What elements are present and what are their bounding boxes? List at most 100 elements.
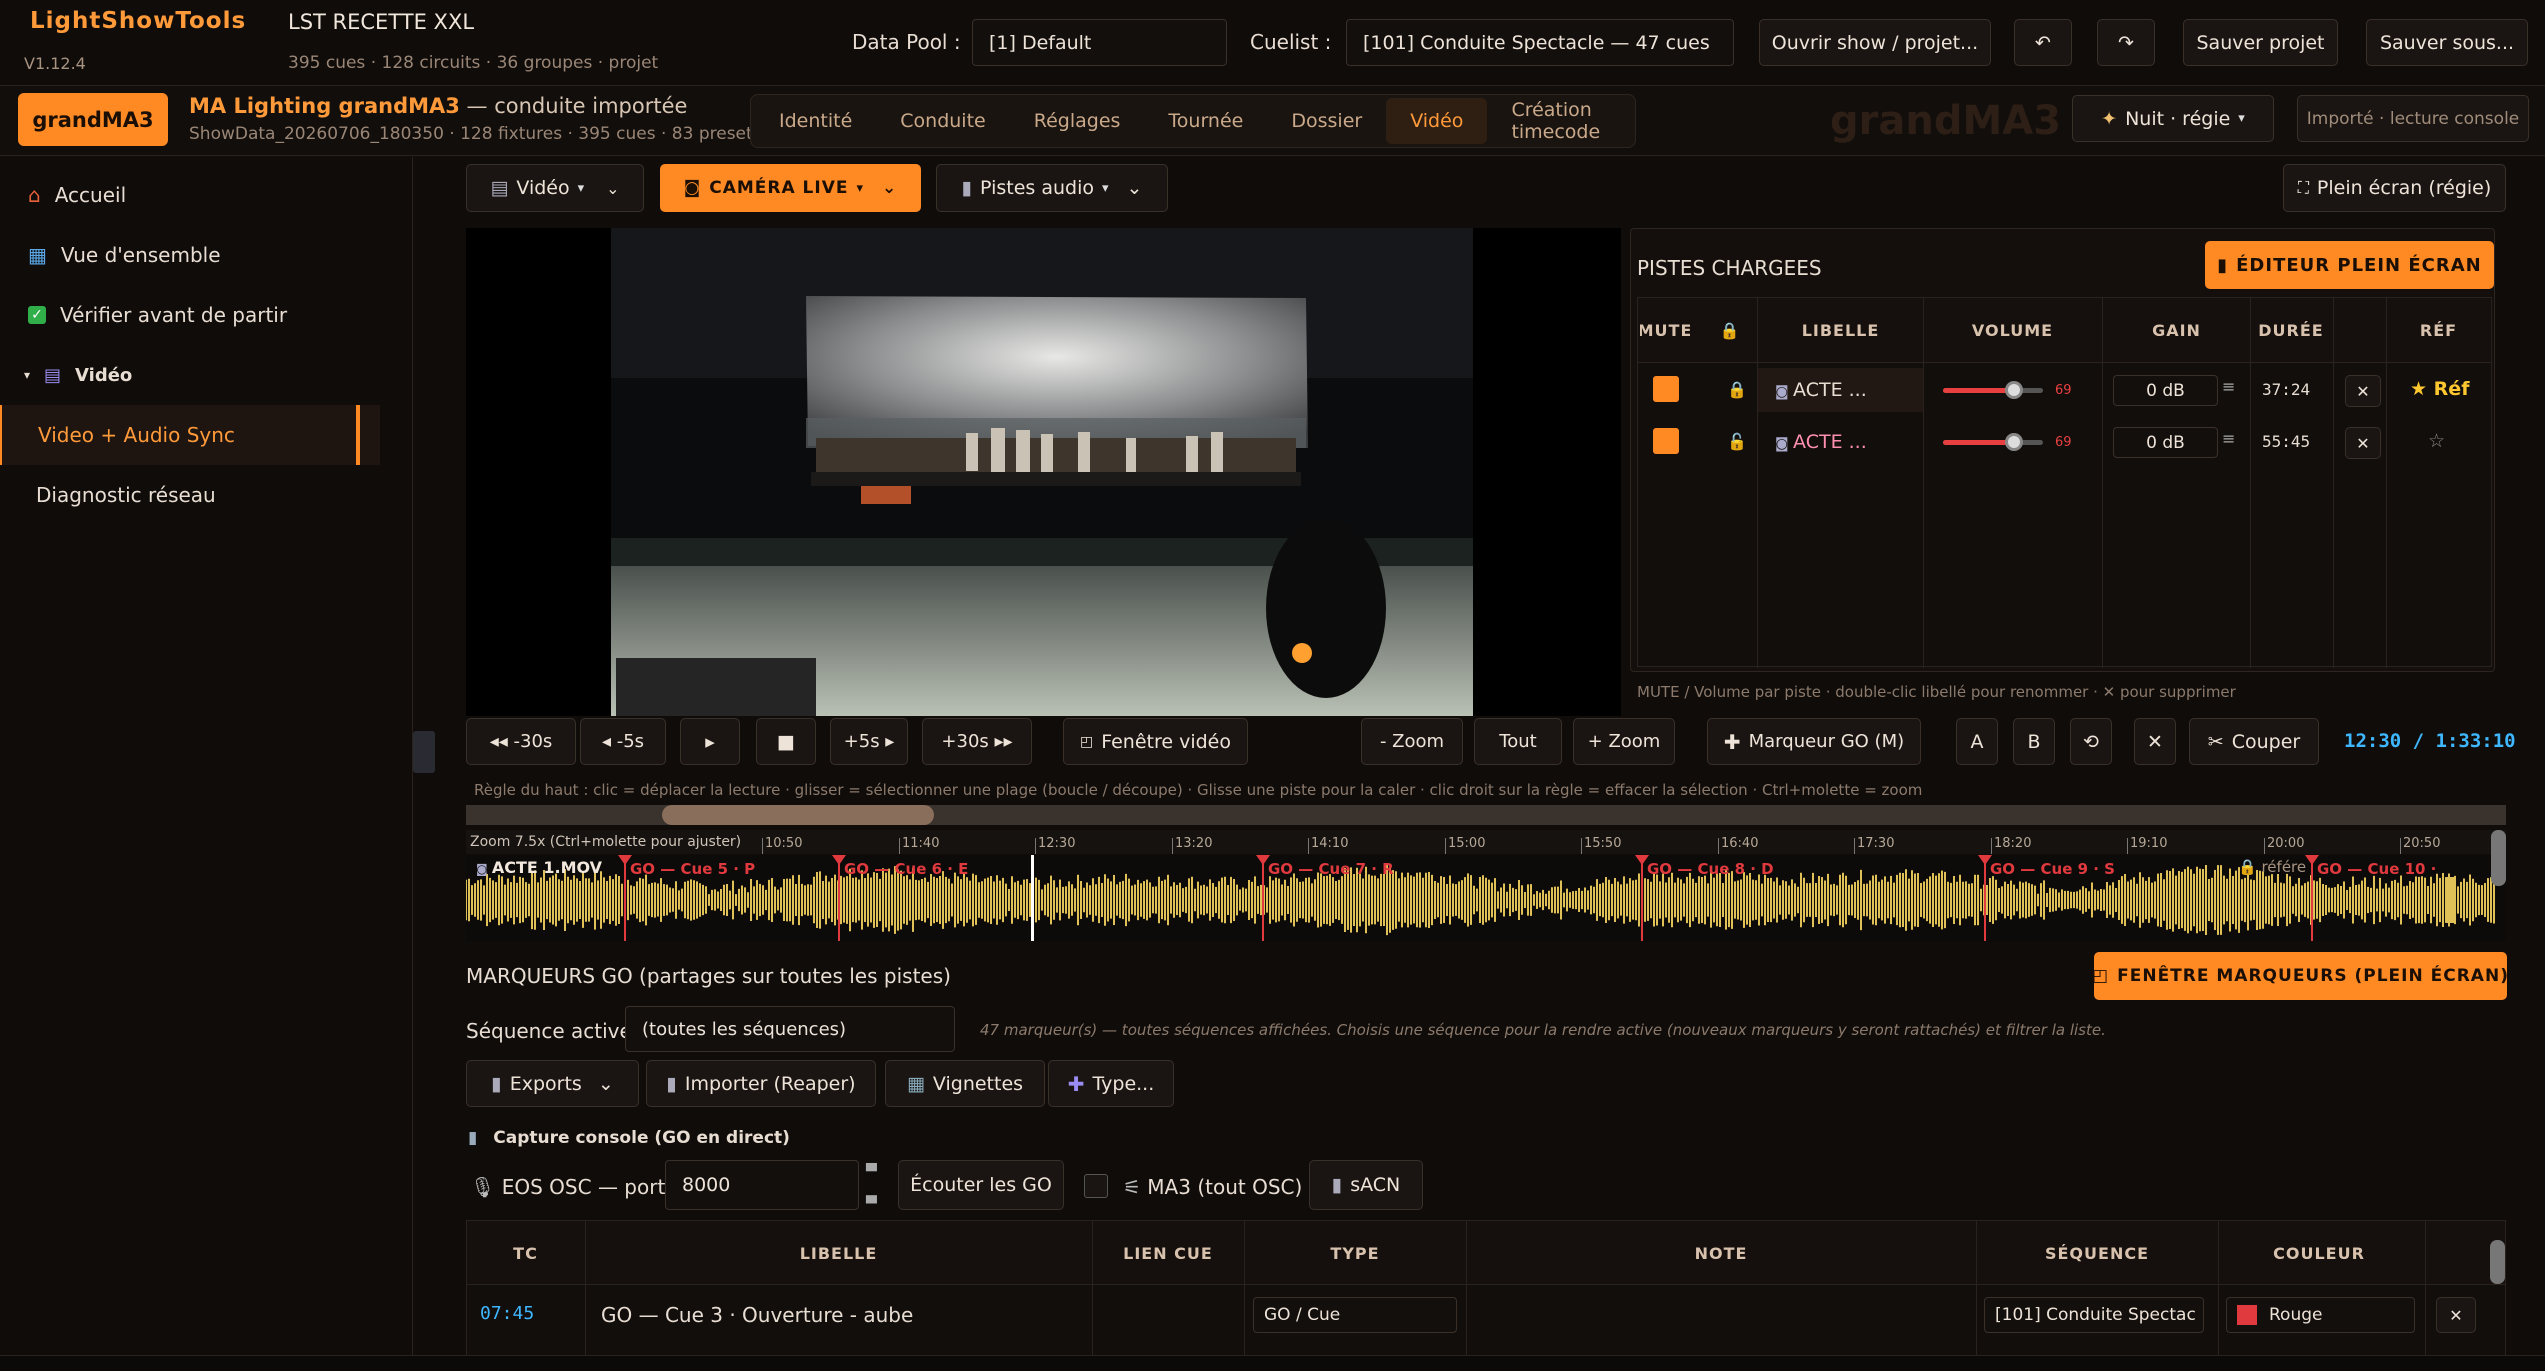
track-mute-checkbox[interactable] bbox=[1653, 428, 1679, 454]
camera-live-select[interactable]: ◙ CAMÉRA LIVE ▾ ⌄ bbox=[660, 164, 921, 212]
marker-sequence-select[interactable]: [101] Conduite Spectac bbox=[1984, 1297, 2204, 1333]
import-reaper-button[interactable]: ▮ Importer (Reaper) bbox=[646, 1060, 876, 1107]
save-project-button[interactable]: Sauver projet bbox=[2183, 19, 2338, 66]
ruler-tick-label: 18:20 bbox=[1994, 836, 2032, 851]
delete-track-button[interactable]: ✕ bbox=[2345, 427, 2381, 459]
track-label[interactable]: ◙ ACTE ... bbox=[1775, 379, 1867, 401]
seek-back-30-button[interactable]: ◂◂ -30s bbox=[466, 718, 576, 765]
video-select[interactable]: ▤ Vidéo ▾ ⌄ bbox=[466, 164, 644, 212]
tab-reglages[interactable]: Réglages bbox=[1010, 98, 1145, 144]
zoom-out-button[interactable]: - Zoom bbox=[1361, 718, 1463, 765]
track-end-handle[interactable] bbox=[2446, 877, 2454, 923]
fullscreen-regie-button[interactable]: ⛶ Plein écran (régie) bbox=[2283, 164, 2506, 212]
seek-fwd-30-button[interactable]: +30s ▸▸ bbox=[922, 718, 1032, 765]
video-player[interactable] bbox=[466, 228, 1621, 716]
seek-fwd-5-button[interactable]: +5s ▸ bbox=[830, 718, 908, 765]
unlock-icon[interactable]: 🔓 bbox=[1727, 432, 1747, 451]
marker-color-select[interactable]: Rouge bbox=[2226, 1297, 2415, 1333]
star-outline-icon[interactable]: ☆ bbox=[2428, 430, 2445, 452]
volume-slider-thumb[interactable] bbox=[2005, 381, 2023, 399]
volume-slider[interactable] bbox=[1943, 433, 2043, 451]
loop-toggle-button[interactable]: ⟲ bbox=[2070, 718, 2112, 765]
gain-stepper[interactable]: ≡ bbox=[2222, 377, 2235, 396]
track-label[interactable]: ◙ ACTE ... bbox=[1775, 431, 1867, 453]
go-marker-label[interactable]: GO — Cue 10 · bbox=[2317, 860, 2436, 878]
go-marker-line[interactable] bbox=[1984, 855, 1986, 941]
timeline-scrollbar-thumb[interactable] bbox=[662, 805, 934, 825]
sidebar-group-video[interactable]: ▾ ▤ Vidéo bbox=[0, 345, 400, 405]
sidebar-collapse-handle[interactable] bbox=[413, 731, 435, 773]
volume-slider-thumb[interactable] bbox=[2005, 433, 2023, 451]
port-stepper[interactable]: ▀ ▄ bbox=[866, 1160, 877, 1208]
seek-back-5-button[interactable]: ◂ -5s bbox=[580, 718, 666, 765]
clear-selection-button[interactable]: ✕ bbox=[2134, 718, 2176, 765]
go-marker-label[interactable]: GO — Cue 7 · R bbox=[1268, 860, 1394, 878]
go-marker-line[interactable] bbox=[624, 855, 626, 941]
sidebar-item-diagnostic[interactable]: Diagnostic réseau bbox=[0, 465, 400, 525]
tab-creation-timecode[interactable]: Création timecode bbox=[1487, 98, 1635, 144]
track-editor-fullscreen-button[interactable]: ▮ ÉDITEUR PLEIN ÉCRAN bbox=[2205, 241, 2494, 289]
marker-type-select[interactable]: GO / Cue bbox=[1253, 1297, 1457, 1333]
tab-dossier[interactable]: Dossier bbox=[1267, 98, 1386, 144]
listen-go-button[interactable]: Écouter les GO bbox=[898, 1160, 1064, 1210]
gain-stepper[interactable]: ≡ bbox=[2222, 429, 2235, 448]
marker-label[interactable]: GO — Cue 3 · Ouverture - aube bbox=[601, 1303, 913, 1327]
tab-video[interactable]: Vidéo bbox=[1386, 98, 1488, 144]
track-mute-checkbox[interactable] bbox=[1653, 376, 1679, 402]
sacn-button[interactable]: ▮ sACN bbox=[1309, 1160, 1423, 1210]
tab-conduite[interactable]: Conduite bbox=[876, 98, 1009, 144]
track-ref-star[interactable]: ★ Réf bbox=[2410, 378, 2469, 400]
undo-button[interactable]: ↶ bbox=[2014, 19, 2072, 66]
markers-fullscreen-button[interactable]: ◰ FENÊTRE MARQUEURS (PLEIN ÉCRAN) bbox=[2092, 952, 2508, 1000]
go-marker-label[interactable]: GO — Cue 9 · S bbox=[1990, 860, 2115, 878]
go-marker-label[interactable]: GO — Cue 5 · P bbox=[630, 860, 755, 878]
active-sequence-select[interactable]: (toutes les séquences) bbox=[625, 1006, 955, 1052]
go-marker-line[interactable] bbox=[2311, 855, 2313, 941]
save-as-button[interactable]: Sauver sous... bbox=[2366, 19, 2528, 66]
open-show-button[interactable]: Ouvrir show / projet... bbox=[1759, 19, 1991, 66]
loop-b-button[interactable]: B bbox=[2013, 718, 2055, 765]
go-marker-label[interactable]: GO — Cue 6 · E bbox=[844, 860, 968, 878]
timeline-track[interactable] bbox=[466, 855, 2506, 941]
ma3-checkbox[interactable] bbox=[1084, 1174, 1108, 1198]
type-menu-button[interactable]: ✚ Type... bbox=[1048, 1060, 1174, 1107]
go-marker-button[interactable]: ✚ Marqueur GO (M) bbox=[1707, 718, 1921, 765]
gain-input[interactable]: 0 dB bbox=[2113, 427, 2218, 458]
volume-slider[interactable] bbox=[1943, 381, 2043, 399]
sidebar-item-verifier[interactable]: ✓ Vérifier avant de partir bbox=[0, 285, 400, 345]
zoom-in-button[interactable]: + Zoom bbox=[1573, 718, 1675, 765]
theme-button[interactable]: ✦ Nuit · régie ▾ bbox=[2072, 95, 2274, 142]
tab-identite[interactable]: Identité bbox=[755, 98, 876, 144]
gain-input[interactable]: 0 dB bbox=[2113, 375, 2218, 406]
cut-button[interactable]: ✂ Couper bbox=[2189, 718, 2319, 765]
play-button[interactable]: ▸ bbox=[680, 718, 740, 765]
sidebar-item-vue-ensemble[interactable]: ▦ Vue d'ensemble bbox=[0, 225, 400, 285]
data-pool-select[interactable]: [1] Default bbox=[972, 19, 1227, 66]
loop-a-button[interactable]: A bbox=[1956, 718, 1998, 765]
playhead[interactable] bbox=[1031, 855, 1034, 941]
video-window-button[interactable]: ◰ Fenêtre vidéo bbox=[1063, 718, 1248, 765]
exports-menu-button[interactable]: ▮ Exports ⌄ bbox=[466, 1060, 639, 1107]
redo-button[interactable]: ↷ bbox=[2097, 19, 2155, 66]
osc-port-input[interactable]: 8000 bbox=[665, 1160, 859, 1210]
timeline-scrollbar[interactable] bbox=[466, 805, 2506, 825]
timeline-vscroll[interactable] bbox=[2491, 830, 2506, 886]
go-marker-line[interactable] bbox=[838, 855, 840, 941]
audio-tracks-select[interactable]: ▮ Pistes audio ▾ ⌄ bbox=[936, 164, 1168, 212]
marker-tc[interactable]: 07:45 bbox=[480, 1303, 534, 1324]
console-badge[interactable]: grandMA3 bbox=[18, 93, 168, 146]
go-marker-label[interactable]: GO — Cue 8 · D bbox=[1647, 860, 1774, 878]
cuelist-select[interactable]: [101] Conduite Spectacle — 47 cues bbox=[1346, 19, 1734, 66]
zoom-all-button[interactable]: Tout bbox=[1474, 718, 1562, 765]
stop-button[interactable]: ■ bbox=[756, 718, 816, 765]
go-marker-line[interactable] bbox=[1641, 855, 1643, 941]
tab-tournee[interactable]: Tournée bbox=[1144, 98, 1267, 144]
sidebar-item-accueil[interactable]: ⌂ Accueil bbox=[0, 165, 400, 225]
lock-icon[interactable]: 🔒 bbox=[1727, 380, 1747, 399]
thumbnails-button[interactable]: ▦ Vignettes bbox=[885, 1060, 1045, 1107]
delete-track-button[interactable]: ✕ bbox=[2345, 375, 2381, 407]
table-vscroll[interactable] bbox=[2490, 1240, 2505, 1284]
sidebar-item-video-audio-sync[interactable]: Video + Audio Sync bbox=[0, 405, 380, 465]
delete-marker-button[interactable]: ✕ bbox=[2436, 1297, 2476, 1333]
go-marker-line[interactable] bbox=[1262, 855, 1264, 941]
